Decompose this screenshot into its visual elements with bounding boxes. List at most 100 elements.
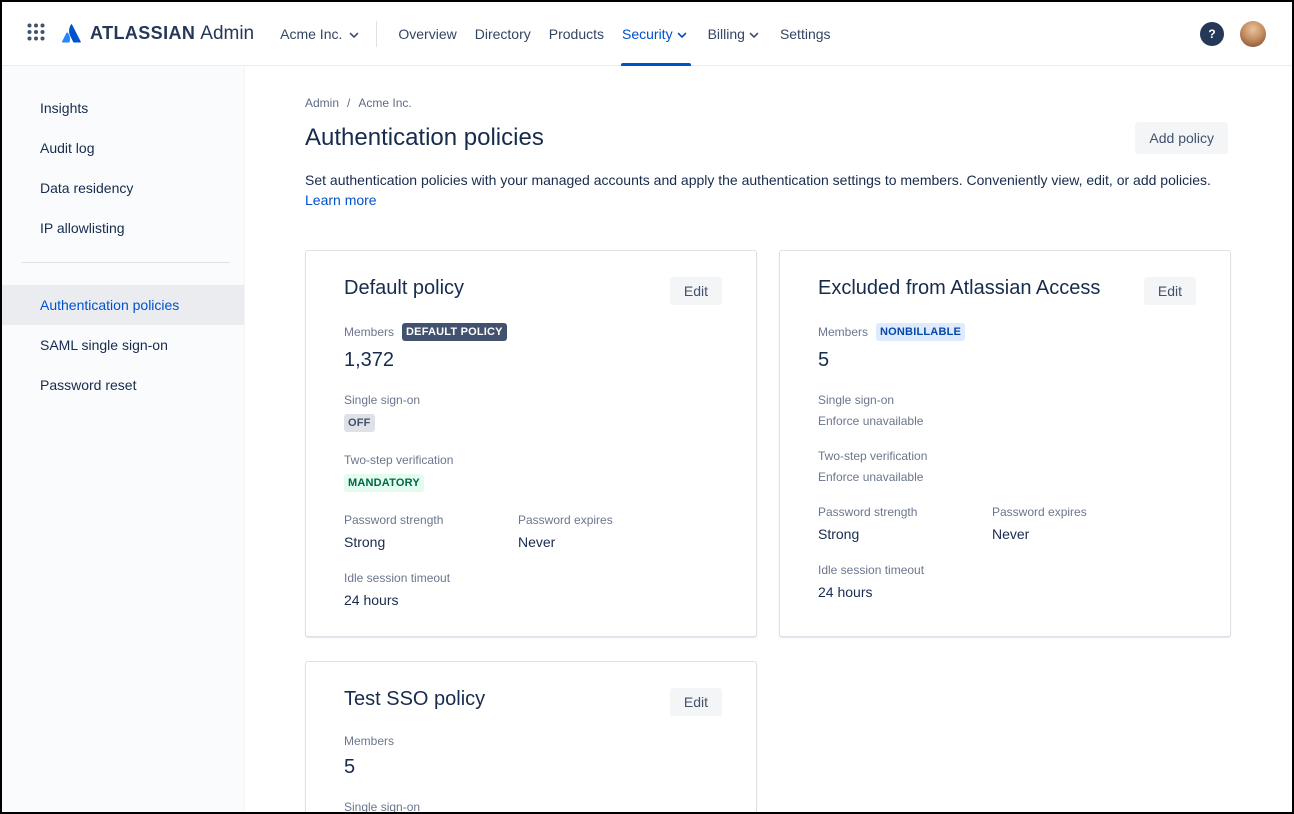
col-value: Never [992,526,1166,542]
col-value: Strong [344,534,518,550]
learn-more-link[interactable]: Learn more [305,192,377,208]
policy-card-test-sso-policy: Test SSO policy Edit Members 5 Single si… [305,661,757,812]
nav-item-label: Security [622,26,673,42]
nav-item-label: Overview [398,26,456,42]
user-avatar[interactable] [1240,21,1266,47]
description-text: Set authentication policies with your ma… [305,172,1211,188]
nav-item-security[interactable]: Security [613,2,699,66]
sidebar-item-audit-log[interactable]: Audit log [2,128,244,168]
sidebar-group-security: Authentication policiesSAML single sign-… [2,285,244,405]
section-label: Single sign-on [344,393,722,407]
section-label: Two-step verification [818,449,1196,463]
members-label: Members [344,734,394,748]
policy-card-title: Test SSO policy [344,688,485,711]
sidebar-item-data-residency[interactable]: Data residency [2,168,244,208]
edit-button[interactable]: Edit [1144,277,1196,305]
section-label: Single sign-on [344,800,722,812]
policy-section-single-sign-on: Single sign-on Enforce unavailable [818,393,1196,428]
policy-col-password-strength: Password strength Strong [818,505,992,542]
idle-timeout-field: Idle session timeout 24 hours [344,571,722,608]
policy-section-two-step-verification: Two-step verificationEnforce unavailable [818,449,1196,484]
sidebar-item-password-reset[interactable]: Password reset [2,365,244,405]
col-label: Password expires [518,513,692,527]
col-value: Strong [818,526,992,542]
section-label: Single sign-on [818,393,1196,407]
chevron-down-icon [746,27,762,43]
footer-value: 24 hours [818,584,1196,600]
status-badge: OFF [344,414,375,432]
col-label: Password strength [818,505,992,519]
sidebar-item-ip-allowlisting[interactable]: IP allowlisting [2,208,244,248]
nav-item-settings[interactable]: Settings [771,2,840,66]
nav-item-label: Settings [780,26,831,42]
org-selector[interactable]: Acme Inc. [280,25,362,43]
sidebar-item-authentication-policies[interactable]: Authentication policies [2,285,244,325]
help-button[interactable]: ? [1200,22,1224,46]
footer-label: Idle session timeout [818,563,1196,577]
footer-label: Idle session timeout [344,571,722,585]
policy-section-single-sign-on: Single sign-on OFF [344,393,722,432]
chevron-down-icon [674,27,690,43]
members-field: Members NONBILLABLE 5 [818,323,1196,372]
members-field: Members DEFAULT POLICY 1,372 [344,323,722,372]
atlassian-logo[interactable]: ATLASSIAN Admin [60,22,254,45]
window-frame: ATLASSIAN Admin Acme Inc. Overview Direct… [0,0,1294,814]
section-label: Two-step verification [344,453,722,467]
policy-card-default-policy: Default policy Edit Members DEFAULT POLI… [305,250,757,637]
members-count: 1,372 [344,349,722,372]
nav-item-directory[interactable]: Directory [466,2,540,66]
brand-suffix: Admin [200,23,254,45]
nav-item-label: Billing [708,26,745,42]
members-label: Members [818,325,868,339]
col-label: Password expires [992,505,1166,519]
chevron-down-icon [346,27,362,43]
nav-item-overview[interactable]: Overview [389,2,465,66]
policy-section-single-sign-on: Single sign-onON [344,800,722,812]
policy-section-two-step-verification: Two-step verification MANDATORY [344,453,722,492]
app-switcher-button[interactable] [22,18,50,49]
footer-value: 24 hours [344,592,722,608]
edit-button[interactable]: Edit [670,688,722,716]
main-content: Admin/Acme Inc. Authentication policies … [245,66,1292,812]
policy-col-password-expires: Password expires Never [992,505,1166,542]
org-selector-label: Acme Inc. [280,26,342,42]
brand-name: ATLASSIAN [90,23,195,44]
policy-card-title: Default policy [344,277,464,300]
members-field: Members 5 [344,734,722,779]
col-label: Password strength [344,513,518,527]
sidebar-divider [22,262,230,263]
nav-item-products[interactable]: Products [540,2,613,66]
sidebar-item-saml-single-sign-on[interactable]: SAML single sign-on [2,325,244,365]
section-muted-value: Enforce unavailable [818,414,1196,428]
grid-icon [26,22,46,45]
policy-card-title: Excluded from Atlassian Access [818,277,1100,300]
status-badge: MANDATORY [344,474,424,492]
members-label: Members [344,325,394,339]
members-count: 5 [818,349,1196,372]
add-policy-button[interactable]: Add policy [1135,122,1228,154]
nav-item-label: Products [549,26,604,42]
page-description: Set authentication policies with your ma… [305,170,1217,210]
policy-card-excluded-from-atlassian-access: Excluded from Atlassian Access Edit Memb… [779,250,1231,637]
policy-col-password-expires: Password expires Never [518,513,692,550]
breadcrumb-item-acme-inc[interactable]: Acme Inc. [358,96,411,110]
idle-timeout-field: Idle session timeout 24 hours [818,563,1196,600]
col-value: Never [518,534,692,550]
policy-col-password-strength: Password strength Strong [344,513,518,550]
nav-item-billing[interactable]: Billing [699,2,771,66]
members-badge: NONBILLABLE [876,323,965,341]
page-title: Authentication policies [305,124,544,152]
sidebar-item-insights[interactable]: Insights [2,88,244,128]
breadcrumb-separator: / [347,96,350,110]
atlassian-mark-icon [60,22,90,45]
nav-divider [376,21,377,47]
nav-item-label: Directory [475,26,531,42]
edit-button[interactable]: Edit [670,277,722,305]
sidebar: InsightsAudit logData residencyIP allowl… [2,66,245,812]
breadcrumb-item-admin[interactable]: Admin [305,96,339,110]
sidebar-group-top: InsightsAudit logData residencyIP allowl… [2,88,244,248]
cards-grid: Default policy Edit Members DEFAULT POLI… [305,250,1228,812]
breadcrumb: Admin / Acme Inc. [305,96,1228,110]
top-navbar: ATLASSIAN Admin Acme Inc. Overview Direct… [2,2,1292,66]
members-badge: DEFAULT POLICY [402,323,507,341]
